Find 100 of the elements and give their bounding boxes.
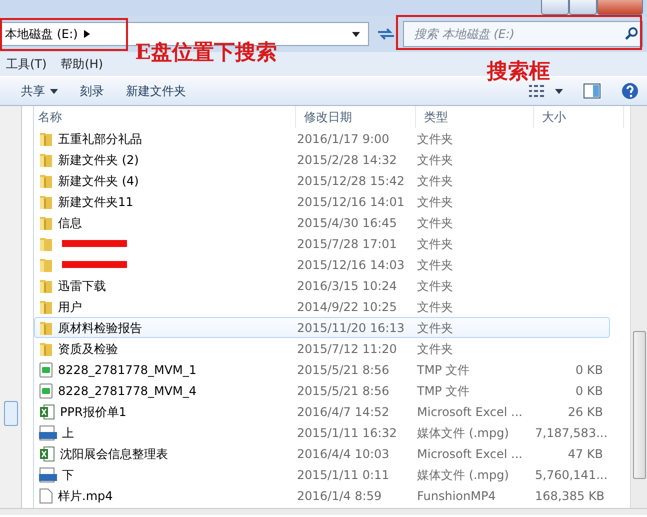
- size-cell: 0 KB: [575, 362, 603, 376]
- spreadsheet-icon: [39, 404, 55, 420]
- file-name[interactable]: 下: [62, 466, 74, 484]
- type-cell: 文件夹: [417, 216, 453, 230]
- date-cell: 2015/1/11 0:11: [297, 468, 390, 482]
- help-icon[interactable]: [621, 82, 639, 100]
- column-header[interactable]: 类型: [416, 106, 534, 128]
- search-field[interactable]: 搜索 本地磁盘 (E:): [403, 21, 643, 47]
- file-name[interactable]: 上: [62, 424, 74, 442]
- folder-icon: [39, 278, 53, 294]
- file-name[interactable]: 五重礼部分礼品: [58, 130, 142, 148]
- document-icon: [39, 382, 53, 398]
- file-row[interactable]: 原材料检验报告 2015/11/20 16:13 文件夹: [34, 317, 610, 338]
- date-cell: 2015/12/16 14:01: [297, 194, 405, 208]
- menu-item[interactable]: 帮助(H): [60, 55, 104, 73]
- video-file-icon: [39, 466, 57, 482]
- file-name[interactable]: 迅雷下载: [58, 276, 106, 294]
- file-name[interactable]: 8228_2781778_MVM_4: [58, 382, 197, 400]
- file-row[interactable]: 用户 2014/9/22 10:25 文件夹: [34, 296, 610, 317]
- file-row[interactable]: 新建文件夹 (2) 2015/2/28 14:32 文件夹: [34, 149, 610, 170]
- type-cell: FunshionMP4: [417, 488, 496, 502]
- chevron-icon[interactable]: [84, 30, 90, 38]
- column-header[interactable]: 大小: [534, 106, 624, 128]
- date-cell: 2015/12/28 15:42: [297, 174, 405, 188]
- file-row[interactable]: 样片.mp4 2016/1/4 8:59 FunshionMP4 168,385 KB: [34, 485, 610, 506]
- view-caret-icon[interactable]: [555, 88, 563, 94]
- column-header[interactable]: 名称: [34, 106, 296, 128]
- date-cell: 2016/4/4 10:03: [297, 446, 390, 460]
- file-name[interactable]: 8228_2781778_MVM_1: [58, 360, 197, 378]
- folder-icon: [39, 172, 53, 188]
- type-cell: 文件夹: [417, 258, 453, 272]
- file-name[interactable]: 信息: [58, 214, 82, 232]
- file-name[interactable]: 新建文件夹 (4): [58, 172, 139, 190]
- file-row[interactable]: 五重礼部分礼品 2016/1/17 9:00 文件夹: [34, 128, 610, 149]
- folder-icon: [39, 320, 53, 336]
- search-icon[interactable]: [625, 27, 638, 40]
- file-name[interactable]: 新建文件夹 (2): [58, 150, 139, 168]
- date-cell: 2015/5/21 8:56: [297, 384, 390, 398]
- type-cell: 文件夹: [417, 278, 453, 292]
- date-cell: 2014/9/22 10:25: [297, 300, 397, 314]
- redaction-bar: [62, 240, 127, 247]
- preview-pane-icon[interactable]: [583, 83, 601, 99]
- file-name[interactable]: 沈阳展会信息整理表: [60, 444, 168, 462]
- menu-item[interactable]: 工具(T): [6, 55, 47, 73]
- file-name[interactable]: 原材料检验报告: [58, 318, 142, 336]
- view-list-icon[interactable]: [529, 84, 547, 98]
- size-cell: 47 KB: [568, 446, 603, 460]
- type-cell: 文件夹: [417, 320, 453, 334]
- type-cell: TMP 文件: [417, 362, 470, 376]
- file-row[interactable]: 上 2015/1/11 16:32 媒体文件 (.mpg) 7,187,583...: [34, 422, 610, 443]
- date-cell: 2015/1/11 16:32: [297, 426, 397, 440]
- folder-icon: [39, 152, 53, 168]
- minimize-button[interactable]: [541, 0, 569, 15]
- folder-icon: [39, 298, 53, 314]
- date-cell: 2015/7/12 11:20: [297, 342, 397, 356]
- date-cell: 2016/1/4 8:59: [297, 488, 382, 502]
- file-row[interactable]: 信息 2015/4/30 16:45 文件夹: [34, 212, 610, 233]
- file-row[interactable]: 新建文件夹 (4) 2015/12/28 15:42 文件夹: [34, 170, 610, 191]
- date-cell: 2015/2/28 14:32: [297, 152, 397, 166]
- file-row[interactable]: 新建文件夹11 2015/12/16 14:01 文件夹: [34, 191, 610, 212]
- file-row[interactable]: 2015/12/16 14:03 文件夹: [34, 254, 610, 275]
- file-row[interactable]: 2015/7/28 17:01 文件夹: [34, 233, 610, 254]
- file-name[interactable]: 样片.mp4: [58, 486, 113, 504]
- file-name[interactable]: 资质及检验: [58, 340, 118, 358]
- type-cell: 文件夹: [417, 152, 453, 166]
- date-cell: 2016/3/15 10:24: [297, 278, 397, 292]
- file-row[interactable]: 沈阳展会信息整理表 2016/4/4 10:03 Microsoft Excel ... 47 KB: [34, 443, 610, 464]
- redaction-bar: [62, 261, 127, 268]
- file-name[interactable]: PPR报价单1: [60, 402, 126, 420]
- file-row[interactable]: 下 2015/1/11 0:11 媒体文件 (.mpg) 5,760,141...: [34, 464, 610, 485]
- folder-icon: [39, 130, 53, 146]
- date-cell: 2015/7/28 17:01: [297, 236, 397, 250]
- file-row[interactable]: 8228_2781778_MVM_1 2015/5/21 8:56 TMP 文件 0 KB: [34, 359, 610, 380]
- folder-icon: [39, 214, 53, 230]
- file-name[interactable]: 新建文件夹11: [58, 192, 134, 210]
- type-cell: Microsoft Excel ...: [417, 404, 522, 418]
- column-header[interactable]: 修改日期: [296, 106, 416, 128]
- type-cell: TMP 文件: [417, 384, 470, 398]
- folder-icon: [39, 236, 53, 252]
- file-row[interactable]: 资质及检验 2015/7/12 11:20 文件夹: [34, 338, 610, 359]
- type-cell: 文件夹: [417, 300, 453, 314]
- type-cell: 文件夹: [417, 174, 453, 188]
- date-cell: 2016/1/17 9:00: [297, 132, 390, 146]
- scrollbar-thumb[interactable]: [4, 401, 18, 426]
- maximize-button[interactable]: [569, 0, 597, 15]
- file-row[interactable]: 迅雷下载 2016/3/15 10:24 文件夹: [34, 275, 610, 296]
- file-row[interactable]: PPR报价单1 2016/4/7 14:52 Microsoft Excel ... 26 KB: [34, 401, 610, 422]
- scrollbar-thumb[interactable]: [632, 331, 646, 479]
- toolbar-button[interactable]: 新建文件夹: [119, 80, 193, 102]
- dropdown-caret-icon[interactable]: [352, 32, 360, 36]
- horizontal-scrollbar[interactable]: [0, 508, 647, 515]
- file-row[interactable]: 8228_2781778_MVM_4 2015/5/21 8:56 TMP 文件 0 KB: [34, 380, 610, 401]
- type-cell: 媒体文件 (.mpg): [417, 426, 509, 440]
- type-cell: 文件夹: [417, 194, 453, 208]
- folder-icon: [39, 256, 53, 272]
- toolbar-button[interactable]: 刻录: [73, 80, 111, 102]
- video-file-icon: [39, 424, 57, 440]
- toolbar-button[interactable]: 共享: [14, 80, 65, 102]
- address-path: 本地磁盘 (E:): [5, 26, 78, 43]
- file-name[interactable]: 用户: [58, 298, 82, 316]
